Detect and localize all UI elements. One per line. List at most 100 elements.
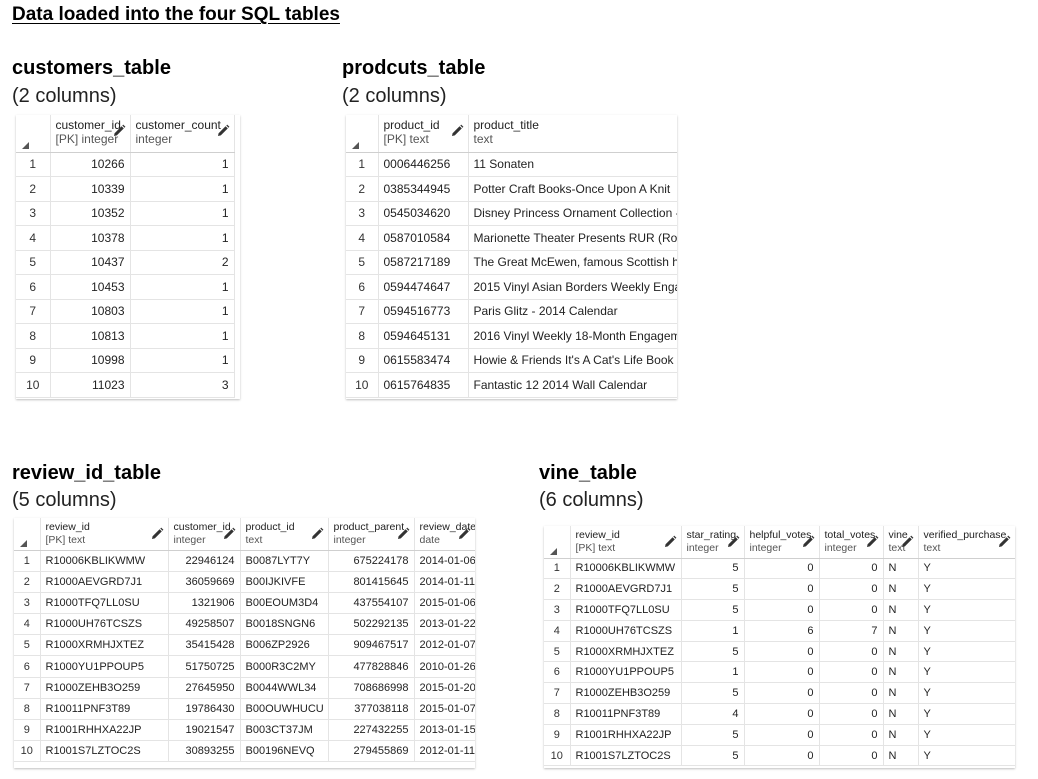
pencil-icon[interactable] [396,527,410,541]
column-header-review-id[interactable]: review_id [PK] text [570,526,682,559]
cell-customer-count[interactable]: 1 [130,299,235,324]
table-row[interactable]: 4 R1000UH76TCSZS 1 6 7 N Y [544,620,1015,642]
cell-customer-count[interactable]: 1 [130,274,235,300]
cell-product-id[interactable]: B003CT37JM [240,719,329,742]
cell-product-id[interactable]: 0594474647 [378,274,469,300]
cell-review-date[interactable]: 2013-01-22 [414,613,475,636]
cell-verified-purchase[interactable]: Y [918,620,1015,642]
cell-customer-count[interactable]: 1 [130,176,235,202]
cell-product-parent[interactable]: 801415645 [328,571,415,593]
cell-customer-id[interactable]: 19786430 [168,698,241,721]
cell-star-rating[interactable]: 1 [681,620,745,642]
select-all-corner[interactable] [346,115,379,153]
table-row[interactable]: 3 0545034620 Disney Princess Ornament Coll… [346,201,677,226]
cell-total-votes[interactable]: 0 [819,641,884,663]
pencil-icon[interactable] [450,124,464,138]
cell-product-id[interactable]: B0087LYT7Y [240,550,329,572]
cell-total-votes[interactable]: 0 [819,703,884,725]
cell-star-rating[interactable]: 5 [681,724,745,746]
cell-product-parent[interactable]: 279455869 [328,740,415,763]
table-row[interactable]: 10 R1001S7LZTOC2S 5 0 0 N Y [544,745,1015,767]
cell-product-id[interactable]: B00EOUM3D4 [240,592,329,615]
cell-star-rating[interactable]: 5 [681,682,745,705]
table-row[interactable]: 5 0587217189 The Great McEwen, famous Scot… [346,250,677,275]
cell-customer-id[interactable]: 19021547 [168,719,241,742]
cell-verified-purchase[interactable]: Y [918,682,1015,705]
table-row[interactable]: 6 10453 1 [16,274,235,300]
cell-customer-id[interactable]: 10803 [50,299,131,324]
cell-review-id[interactable]: R1000UH76TCSZS [570,620,682,642]
cell-review-date[interactable]: 2012-01-11 [414,740,475,763]
cell-review-id[interactable]: R1001RHHXA22JP [40,719,169,742]
table-row[interactable]: 5 R1000XRMHJXTEZ 5 0 0 N Y [544,641,1015,663]
cell-customer-id[interactable]: 10266 [50,152,131,177]
cell-customer-id[interactable]: 35415428 [168,634,241,657]
cell-helpful-votes[interactable]: 0 [744,745,820,767]
cell-customer-id[interactable]: 10453 [50,274,131,300]
table-row[interactable]: 6 R1000YU1PPOUP5 1 0 0 N Y [544,661,1015,684]
cell-vine[interactable]: N [883,578,919,601]
cell-product-id[interactable]: 0615583474 [378,348,469,373]
table-row[interactable]: 3 R1000TFQ7LL0SU 5 0 0 N Y [544,599,1015,621]
cell-verified-purchase[interactable]: Y [918,578,1015,601]
table-row[interactable]: 2 R1000AEVGRD7J1 5 0 0 N Y [544,578,1015,601]
cell-review-id[interactable]: R1000XRMHJXTEZ [570,641,682,663]
cell-star-rating[interactable]: 1 [681,661,745,684]
table-row[interactable]: 1 R10006KBLIKWMW 22946124 B0087LYT7Y 6752241… [14,550,475,572]
table-row[interactable]: 3 10352 1 [16,201,235,226]
cell-review-id[interactable]: R1000ZEHB3O259 [40,677,169,699]
cell-star-rating[interactable]: 5 [681,599,745,621]
cell-product-parent[interactable]: 909467517 [328,634,415,657]
table-row[interactable]: 4 0587010584 Marionette Theater Presents R… [346,225,677,251]
cell-customer-id[interactable]: 49258507 [168,613,241,636]
cell-vine[interactable]: N [883,620,919,642]
column-header-star-rating[interactable]: star_rating integer [681,526,745,559]
cell-total-votes[interactable]: 0 [819,724,884,746]
cell-star-rating[interactable]: 5 [681,745,745,767]
cell-verified-purchase[interactable]: Y [918,641,1015,663]
column-header-product-id[interactable]: product_id [PK] text [378,115,469,153]
cell-review-id[interactable]: R1000TFQ7LL0SU [570,599,682,621]
cell-review-id[interactable]: R10006KBLIKWMW [570,558,682,580]
cell-verified-purchase[interactable]: Y [918,724,1015,746]
cell-product-title[interactable]: The Great McEwen, famous Scottish hymn [468,250,677,275]
cell-review-id[interactable]: R10006KBLIKWMW [40,550,169,572]
pencil-icon[interactable] [222,527,236,541]
cell-customer-count[interactable]: 3 [130,372,235,398]
cell-review-date[interactable]: 2015-01-20 [414,677,475,699]
select-all-corner[interactable] [544,526,571,559]
cell-review-id[interactable]: R1000YU1PPOUP5 [40,655,169,678]
cell-star-rating[interactable]: 5 [681,641,745,663]
table-row[interactable]: 1 10266 1 [16,152,235,177]
cell-verified-purchase[interactable]: Y [918,703,1015,725]
table-row[interactable]: 5 10437 2 [16,250,235,275]
pencil-icon[interactable] [310,527,324,541]
cell-review-date[interactable]: 2013-01-15 [414,719,475,742]
cell-review-id[interactable]: R1000UH76TCSZS [40,613,169,636]
cell-total-votes[interactable]: 0 [819,558,884,580]
cell-helpful-votes[interactable]: 0 [744,578,820,601]
pencil-icon[interactable] [457,527,471,541]
cell-customer-count[interactable]: 1 [130,225,235,251]
cell-product-parent[interactable]: 708686998 [328,677,415,699]
cell-product-title[interactable]: Disney Princess Ornament Collection - Di… [468,201,677,226]
cell-customer-count[interactable]: 1 [130,323,235,349]
cell-customer-count[interactable]: 2 [130,250,235,275]
cell-product-title[interactable]: Paris Glitz - 2014 Calendar [468,299,677,324]
cell-product-title[interactable]: Marionette Theater Presents RUR (Rossum'… [468,225,677,251]
column-header-customer-count[interactable]: customer_count integer [130,115,235,153]
cell-helpful-votes[interactable]: 0 [744,641,820,663]
cell-star-rating[interactable]: 5 [681,558,745,580]
table-row[interactable]: 8 10813 1 [16,323,235,349]
column-header-product-id[interactable]: product_id text [240,518,329,551]
cell-customer-count[interactable]: 1 [130,152,235,177]
column-header-customer-id[interactable]: customer_id [PK] integer [50,115,131,153]
cell-vine[interactable]: N [883,599,919,621]
cell-product-id[interactable]: B00IJKIVFE [240,571,329,593]
cell-product-title[interactable]: Potter Craft Books-Once Upon A Knit [468,176,677,202]
pencil-icon[interactable] [150,527,164,541]
cell-review-id[interactable]: R1000XRMHJXTEZ [40,634,169,657]
pencil-icon[interactable] [997,535,1011,549]
cell-product-id[interactable]: 0587217189 [378,250,469,275]
pencil-icon[interactable] [726,535,740,549]
